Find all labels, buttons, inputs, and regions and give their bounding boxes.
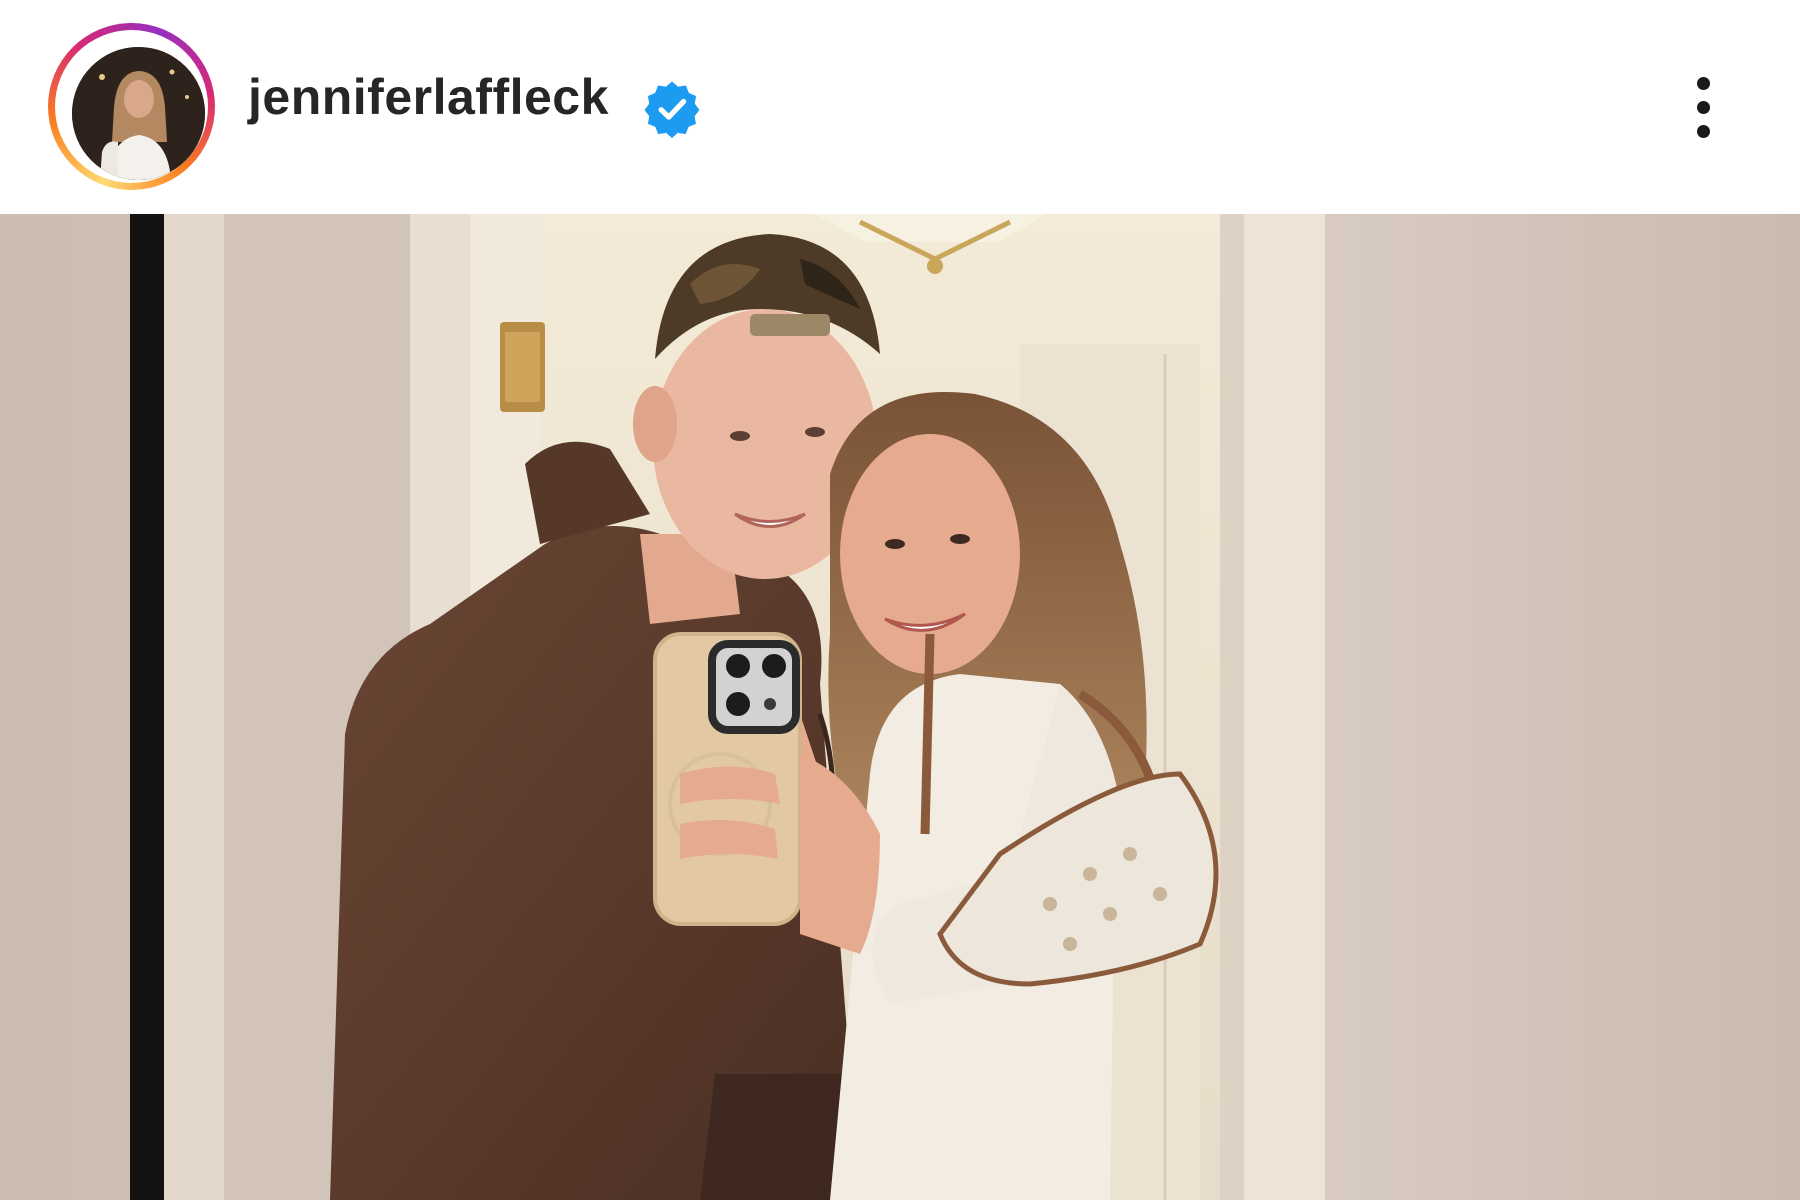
mirror-selfie-photo: [0, 214, 1800, 1200]
more-options-button[interactable]: [1680, 70, 1728, 146]
avatar-gap: [55, 30, 208, 183]
more-options-icon-dot: [1697, 125, 1710, 138]
post-header: jenniferlaffleck: [0, 0, 1800, 214]
verified-badge-icon: [643, 80, 701, 138]
post-photo[interactable]: [0, 214, 1800, 1200]
story-ring[interactable]: [48, 23, 215, 190]
username-link[interactable]: jenniferlaffleck: [248, 72, 609, 122]
avatar-image: [72, 47, 205, 180]
instagram-post: jenniferlaffleck: [0, 0, 1800, 1200]
more-options-icon: [1697, 77, 1710, 90]
avatar[interactable]: [72, 47, 205, 180]
more-options-icon-dot: [1697, 101, 1710, 114]
